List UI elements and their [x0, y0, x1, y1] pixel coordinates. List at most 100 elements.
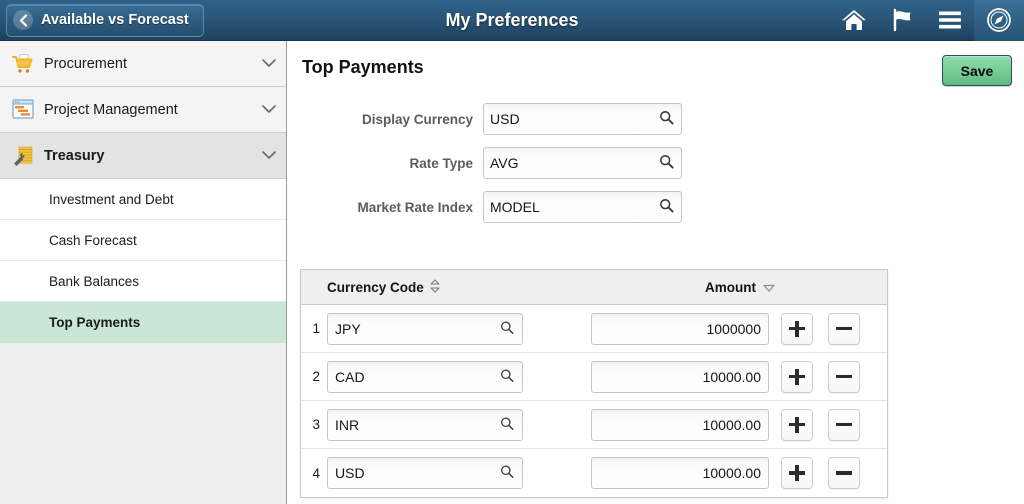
navigator-compass-icon[interactable]: [974, 0, 1024, 41]
sort-descending-icon[interactable]: [763, 280, 775, 295]
magnifier-icon[interactable]: [500, 416, 514, 433]
grid-header-amount[interactable]: Amount: [602, 280, 887, 295]
minus-icon: [835, 416, 853, 434]
magnifier-icon[interactable]: [659, 198, 674, 216]
table-row: 4 USD 10000.00: [301, 449, 887, 497]
chevron-left-icon: [13, 10, 33, 30]
chevron-down-icon[interactable]: [252, 151, 286, 160]
grid-header-amount-label: Amount: [705, 279, 756, 295]
sidebar-item-cash-forecast[interactable]: Cash Forecast: [0, 220, 286, 261]
display-currency-input[interactable]: USD: [483, 103, 682, 135]
sidebar-group-project-management[interactable]: Project Management: [0, 87, 286, 133]
sidebar-item-bank-balances[interactable]: Bank Balances: [0, 261, 286, 302]
plus-icon: [788, 368, 806, 386]
currency-code-value: CAD: [335, 368, 365, 385]
sidebar-group-label: Treasury: [44, 147, 105, 164]
table-row: 2 CAD 10000.00: [301, 353, 887, 401]
currency-code-value: INR: [335, 416, 360, 433]
amount-value: 10000.00: [702, 368, 761, 385]
home-icon[interactable]: [830, 0, 878, 41]
sidebar-group-label: Procurement: [44, 55, 128, 72]
sidebar-group-procurement[interactable]: Procurement: [0, 41, 286, 87]
amount-input[interactable]: 10000.00: [591, 408, 769, 441]
rate-type-label: Rate Type: [409, 155, 473, 171]
sidebar: Procurement Project Management Treasury …: [0, 41, 287, 504]
amount-input[interactable]: 10000.00: [591, 360, 769, 393]
page-title: Top Payments: [302, 57, 424, 77]
magnifier-icon[interactable]: [500, 368, 514, 385]
plus-icon: [788, 416, 806, 434]
save-button[interactable]: Save: [942, 55, 1012, 86]
magnifier-icon[interactable]: [659, 110, 674, 128]
form-row-display-currency: Display Currency USD: [287, 97, 1024, 141]
display-currency-value: USD: [490, 111, 520, 127]
amount-value: 10000.00: [702, 416, 761, 433]
add-row-button[interactable]: [781, 312, 813, 345]
currency-code-input[interactable]: INR: [327, 408, 523, 441]
amount-value: 10000.00: [702, 465, 761, 481]
table-row: 1 JPY 1000000: [301, 305, 887, 353]
header-icon-group: [830, 0, 1024, 41]
grid-header-currency-code[interactable]: Currency Code: [327, 278, 602, 296]
treasury-stack-icon: [12, 145, 34, 167]
top-payments-grid: Currency Code Amount 1 JPY 1000000 2 CAD…: [300, 269, 888, 498]
rate-type-input[interactable]: AVG: [483, 147, 682, 179]
preferences-form: Display Currency USD Rate Type AVG Marke…: [287, 97, 1024, 229]
back-button-label: Available vs Forecast: [41, 12, 189, 28]
magnifier-icon[interactable]: [659, 154, 674, 172]
sort-updown-icon[interactable]: [430, 278, 440, 296]
magnifier-icon[interactable]: [500, 465, 514, 482]
app-header: Available vs Forecast My Preferences: [0, 0, 1024, 41]
market-rate-index-value: MODEL: [490, 199, 540, 215]
remove-row-button[interactable]: [828, 360, 860, 393]
remove-row-button[interactable]: [828, 457, 860, 489]
flag-icon[interactable]: [878, 0, 926, 41]
sidebar-item-top-payments[interactable]: Top Payments: [0, 302, 286, 343]
app-body: Procurement Project Management Treasury …: [0, 41, 1024, 504]
form-row-rate-type: Rate Type AVG: [287, 141, 1024, 185]
sidebar-item-label: Bank Balances: [49, 273, 140, 289]
sidebar-item-label: Top Payments: [49, 314, 141, 330]
sidebar-empty-area: [0, 343, 286, 483]
minus-icon: [835, 368, 853, 386]
currency-code-input[interactable]: JPY: [327, 312, 523, 345]
row-number: 1: [312, 321, 320, 336]
main-content: Top Payments Save Display Currency USD R…: [287, 41, 1024, 504]
minus-icon: [835, 320, 853, 338]
minus-icon: [835, 464, 853, 482]
remove-row-button[interactable]: [828, 408, 860, 441]
add-row-button[interactable]: [781, 360, 813, 393]
grid-header-currency-label: Currency Code: [327, 279, 424, 295]
amount-value: 1000000: [706, 320, 761, 337]
sidebar-group-label: Project Management: [44, 101, 178, 118]
market-rate-index-input[interactable]: MODEL: [483, 191, 682, 223]
form-row-market-rate-index: Market Rate Index MODEL: [287, 185, 1024, 229]
sidebar-item-investment-and-debt[interactable]: Investment and Debt: [0, 179, 286, 220]
sidebar-group-treasury[interactable]: Treasury: [0, 133, 286, 179]
currency-code-input[interactable]: CAD: [327, 360, 523, 393]
add-row-button[interactable]: [781, 408, 813, 441]
add-row-button[interactable]: [781, 457, 813, 489]
chevron-down-icon[interactable]: [252, 105, 286, 114]
sidebar-item-label: Cash Forecast: [49, 232, 137, 248]
back-button[interactable]: Available vs Forecast: [6, 3, 204, 37]
currency-code-input[interactable]: USD: [327, 457, 523, 489]
display-currency-label: Display Currency: [361, 111, 473, 127]
plus-icon: [788, 464, 806, 482]
gantt-window-icon: [12, 98, 34, 121]
market-rate-index-label: Market Rate Index: [357, 199, 473, 215]
chevron-down-icon[interactable]: [252, 59, 286, 68]
amount-input[interactable]: 1000000: [591, 312, 769, 345]
currency-code-value: JPY: [335, 320, 361, 337]
save-button-label: Save: [960, 62, 994, 79]
amount-input[interactable]: 10000.00: [591, 457, 769, 489]
grid-header-row: Currency Code Amount: [301, 270, 887, 305]
remove-row-button[interactable]: [828, 312, 860, 345]
magnifier-icon[interactable]: [500, 320, 514, 337]
shopping-cart-icon: [12, 53, 34, 75]
sidebar-item-label: Investment and Debt: [49, 191, 174, 207]
plus-icon: [788, 320, 806, 338]
hamburger-menu-icon[interactable]: [926, 0, 974, 41]
currency-code-value: USD: [335, 465, 365, 481]
row-number: 3: [312, 417, 320, 432]
